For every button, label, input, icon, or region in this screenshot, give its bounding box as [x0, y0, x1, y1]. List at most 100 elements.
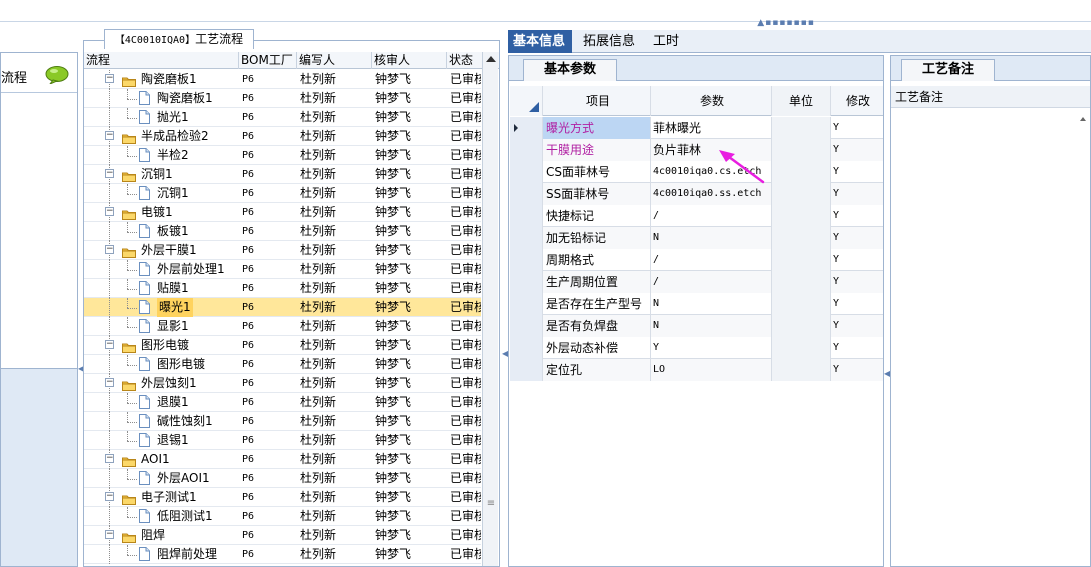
scroll-up-arrow-icon[interactable]	[486, 56, 496, 62]
param-unit-cell[interactable]	[772, 117, 831, 139]
tree-scrollbar[interactable]: ≡	[482, 52, 498, 566]
param-row[interactable]: 生产周期位置 / Y	[510, 271, 883, 293]
row-header-cell[interactable]	[510, 205, 543, 227]
row-header-cell[interactable]	[510, 293, 543, 315]
param-unit-cell[interactable]	[772, 183, 831, 205]
param-modify-cell[interactable]: Y	[831, 139, 883, 161]
param-row[interactable]: 曝光方式 菲林曝光 Y	[510, 117, 883, 139]
column-header-status[interactable]: 状态	[447, 52, 480, 69]
tree-step-row[interactable]: 低阻测试1 P6 杜列新 钟梦飞 已审核	[84, 507, 481, 526]
row-header-cell[interactable]	[510, 337, 543, 359]
collapse-node-icon[interactable]: −	[105, 378, 114, 387]
param-modify-cell[interactable]: Y	[831, 271, 883, 293]
tree-step-row[interactable]: 外层AOI1 P6 杜列新 钟梦飞 已审核	[84, 469, 481, 488]
param-modify-cell[interactable]: Y	[831, 337, 883, 359]
param-value-cell[interactable]: N	[651, 293, 772, 315]
column-header-flow[interactable]: 流程	[84, 52, 239, 69]
column-header-param[interactable]: 参数	[651, 86, 772, 116]
tree-group-row[interactable]: − 图形电镀 P6 杜列新 钟梦飞 已审核	[84, 336, 481, 355]
param-unit-cell[interactable]	[772, 161, 831, 183]
param-modify-cell[interactable]: Y	[831, 183, 883, 205]
tree-group-row[interactable]: − 外层蚀刻1 P6 杜列新 钟梦飞 已审核	[84, 374, 481, 393]
param-modify-cell[interactable]: Y	[831, 359, 883, 381]
row-header-cell[interactable]	[510, 315, 543, 337]
tree-step-row[interactable]: 抛光1 P6 杜列新 钟梦飞 已审核	[84, 108, 481, 127]
row-header-cell[interactable]	[510, 161, 543, 183]
param-row[interactable]: 是否有负焊盘 N Y	[510, 315, 883, 337]
tree-group-row[interactable]: − 外层干膜1 P6 杜列新 钟梦飞 已审核	[84, 241, 481, 260]
param-value-cell[interactable]: N	[651, 227, 772, 249]
param-unit-cell[interactable]	[772, 139, 831, 161]
tree-group-row[interactable]: − 陶瓷磨板1 P6 杜列新 钟梦飞 已审核	[84, 70, 481, 89]
param-value-cell[interactable]: LO	[651, 359, 772, 381]
param-modify-cell[interactable]: Y	[831, 117, 883, 139]
speech-bubble-icon[interactable]	[45, 66, 69, 84]
param-row[interactable]: SS面菲林号 4c0010iqa0.ss.etch Y	[510, 183, 883, 205]
subtab-basic-params[interactable]: 基本参数	[523, 59, 617, 81]
column-header-item[interactable]: 项目	[543, 86, 651, 116]
tree-step-row[interactable]: 显影1 P6 杜列新 钟梦飞 已审核	[84, 317, 481, 336]
collapse-node-icon[interactable]: −	[105, 530, 114, 539]
tree-step-row[interactable]: 碱性蚀刻1 P6 杜列新 钟梦飞 已审核	[84, 412, 481, 431]
column-header-unit[interactable]: 单位	[772, 86, 831, 116]
tab-basic-info[interactable]: 基本信息	[508, 30, 572, 53]
row-header-cell[interactable]	[510, 249, 543, 271]
tree-step-row[interactable]: 板镀1 P6 杜列新 钟梦飞 已审核	[84, 222, 481, 241]
tab-extended-info[interactable]: 拓展信息	[578, 30, 640, 53]
param-unit-cell[interactable]	[772, 293, 831, 315]
param-row[interactable]: 定位孔 LO Y	[510, 359, 883, 381]
column-header-modify[interactable]: 修改	[831, 86, 883, 116]
grid-corner-cell[interactable]	[510, 86, 543, 116]
collapse-node-icon[interactable]: −	[105, 454, 114, 463]
tree-step-row[interactable]: 退锡1 P6 杜列新 钟梦飞 已审核	[84, 431, 481, 450]
row-header-cell[interactable]	[510, 271, 543, 293]
param-unit-cell[interactable]	[772, 271, 831, 293]
param-modify-cell[interactable]: Y	[831, 205, 883, 227]
tree-group-row[interactable]: − 电镀1 P6 杜列新 钟梦飞 已审核	[84, 203, 481, 222]
subtab-process-notes[interactable]: 工艺备注	[901, 59, 995, 81]
tree-group-row[interactable]: − 阻焊 P6 杜列新 钟梦飞 已审核	[84, 526, 481, 545]
tree-step-row[interactable]: 曝光1 P6 杜列新 钟梦飞 已审核	[84, 298, 481, 317]
scroll-thumb-grip-icon[interactable]: ≡	[485, 499, 497, 509]
tree-step-row[interactable]: 贴膜1 P6 杜列新 钟梦飞 已审核	[84, 279, 481, 298]
param-value-cell[interactable]: /	[651, 249, 772, 271]
param-row[interactable]: 是否存在生产型号 N Y	[510, 293, 883, 315]
param-modify-cell[interactable]: Y	[831, 227, 883, 249]
tree-step-row[interactable]: 陶瓷磨板1 P6 杜列新 钟梦飞 已审核	[84, 89, 481, 108]
row-header-cell[interactable]	[510, 183, 543, 205]
param-row[interactable]: 快捷标记 / Y	[510, 205, 883, 227]
process-flow-title-tab[interactable]: 【4C0010IQA0】工艺流程	[104, 29, 254, 49]
param-row[interactable]: 加无铅标记 N Y	[510, 227, 883, 249]
param-modify-cell[interactable]: Y	[831, 315, 883, 337]
param-value-cell[interactable]: 4c0010iqa0.ss.etch	[651, 183, 772, 205]
param-unit-cell[interactable]	[772, 315, 831, 337]
param-value-cell[interactable]: 菲林曝光	[651, 117, 772, 139]
param-unit-cell[interactable]	[772, 337, 831, 359]
tree-group-row[interactable]: − 半成品检验2 P6 杜列新 钟梦飞 已审核	[84, 127, 481, 146]
param-value-cell[interactable]: N	[651, 315, 772, 337]
column-header-factory[interactable]: BOM工厂	[239, 52, 297, 69]
param-unit-cell[interactable]	[772, 227, 831, 249]
tree-step-row[interactable]: 沉铜1 P6 杜列新 钟梦飞 已审核	[84, 184, 481, 203]
tree-group-row[interactable]: − 电子测试1 P6 杜列新 钟梦飞 已审核	[84, 488, 481, 507]
param-modify-cell[interactable]: Y	[831, 161, 883, 183]
tree-step-row[interactable]: 外层前处理1 P6 杜列新 钟梦飞 已审核	[84, 260, 481, 279]
param-row[interactable]: 周期格式 / Y	[510, 249, 883, 271]
param-row[interactable]: 外层动态补偿 Y Y	[510, 337, 883, 359]
tree-step-row[interactable]: 阻焊前处理 P6 杜列新 钟梦飞 已审核	[84, 545, 481, 564]
tree-group-row[interactable]: − AOI1 P6 杜列新 钟梦飞 已审核	[84, 450, 481, 469]
param-value-cell[interactable]: Y	[651, 337, 772, 359]
row-header-cell[interactable]	[510, 139, 543, 161]
collapse-node-icon[interactable]: −	[105, 245, 114, 254]
collapse-node-icon[interactable]: −	[105, 207, 114, 216]
tree-step-row[interactable]: 半检2 P6 杜列新 钟梦飞 已审核	[84, 146, 481, 165]
column-header-editor[interactable]: 编写人	[297, 52, 372, 69]
param-modify-cell[interactable]: Y	[831, 249, 883, 271]
collapse-node-icon[interactable]: −	[105, 74, 114, 83]
param-modify-cell[interactable]: Y	[831, 293, 883, 315]
row-header-cell[interactable]	[510, 117, 543, 139]
param-row[interactable]: CS面菲林号 4c0010iqa0.cs.etch Y	[510, 161, 883, 183]
notes-scroll-up-icon[interactable]	[1080, 117, 1086, 121]
param-value-cell[interactable]: /	[651, 205, 772, 227]
param-unit-cell[interactable]	[772, 359, 831, 381]
